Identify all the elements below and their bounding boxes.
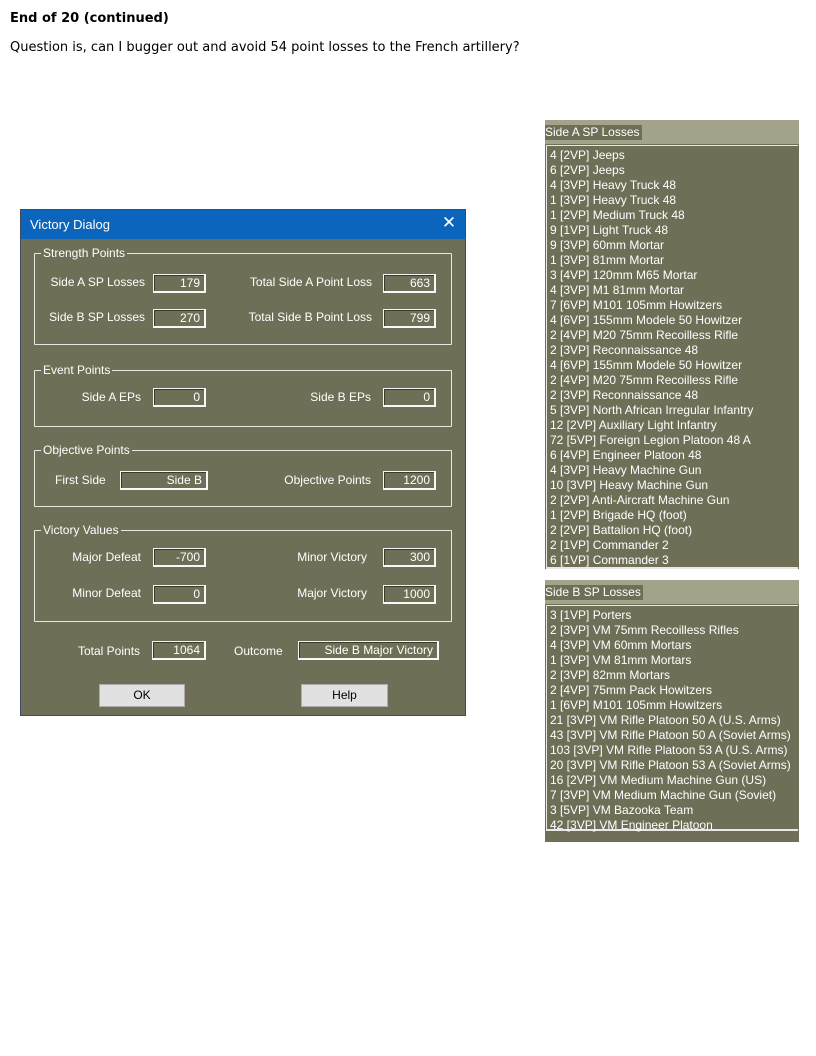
list-item[interactable]: 4 [6VP] 155mm Modele 50 Howitzer (550, 313, 798, 328)
list-item[interactable]: 2 [3VP] Reconnaissance 48 (550, 343, 798, 358)
list-item[interactable]: 4 [2VP] Jeeps (550, 148, 798, 163)
list-item[interactable]: 4 [3VP] VM 60mm Mortars (550, 638, 798, 653)
document-question: Question is, can I bugger out and avoid … (10, 40, 520, 55)
list-item[interactable]: 42 [3VP] VM Engineer Platoon (550, 818, 798, 833)
side-b-sp-field[interactable]: 270 (153, 309, 206, 328)
list-item[interactable]: 2 [3VP] Reconnaissance 48 (550, 388, 798, 403)
major-victory-field[interactable]: 1000 (383, 585, 436, 604)
side-a-losses-header: Side A SP Losses (545, 120, 799, 144)
first-side-label: First Side (55, 473, 106, 487)
total-side-a-field[interactable]: 663 (383, 274, 436, 293)
side-a-sp-label: Side A SP Losses (50, 275, 145, 289)
list-item[interactable]: 1 [3VP] 81mm Mortar (550, 253, 798, 268)
major-defeat-field[interactable]: -700 (153, 548, 206, 567)
list-item[interactable]: 9 [1VP] Light Truck 48 (550, 223, 798, 238)
minor-victory-label: Minor Victory (297, 550, 367, 564)
strength-points-legend: Strength Points (41, 245, 128, 261)
total-points-label: Total Points (78, 644, 141, 658)
list-item[interactable]: 5 [3VP] North African Irregular Infantry (550, 403, 798, 418)
list-item[interactable]: 21 [3VP] VM Rifle Platoon 50 A (U.S. Arm… (550, 713, 798, 728)
victory-values-legend: Victory Values (41, 522, 121, 538)
list-item[interactable]: 2 [3VP] VM 75mm Recoilless Rifles (550, 623, 798, 638)
list-item[interactable]: 3 [1VP] Porters (550, 608, 798, 623)
dialog-title: Victory Dialog (30, 217, 110, 232)
minor-defeat-label: Minor Defeat (72, 586, 141, 600)
list-item[interactable]: 6 [4VP] Engineer Platoon 48 (550, 448, 798, 463)
list-item[interactable]: 4 [6VP] 155mm Modele 50 Howitzer (550, 358, 798, 373)
victory-dialog: Victory Dialog ✕ Strength Points Side A … (20, 209, 466, 716)
close-icon[interactable]: ✕ (440, 214, 458, 232)
outcome-field[interactable]: Side B Major Victory (298, 641, 439, 660)
objective-points-label: Objective Points (284, 473, 371, 487)
list-item[interactable]: 20 [3VP] VM Rifle Platoon 53 A (Soviet A… (550, 758, 798, 773)
list-item[interactable]: 4 [3VP] Heavy Machine Gun (550, 463, 798, 478)
list-item[interactable]: 2 [1VP] Commander 2 (550, 538, 798, 553)
document-heading: End of 20 (continued) (10, 11, 169, 26)
side-b-eps-label: Side B EPs (310, 390, 371, 404)
list-item[interactable]: 2 [4VP] M20 75mm Recoilless Rifle (550, 373, 798, 388)
total-side-b-label: Total Side B Point Loss (248, 310, 372, 324)
side-a-sp-field[interactable]: 179 (153, 274, 206, 293)
side-b-losses-panel: Side B SP Losses 3 [1VP] Porters 2 [3VP] … (545, 580, 799, 842)
major-defeat-label: Major Defeat (72, 550, 141, 564)
list-item[interactable]: 1 [2VP] Brigade HQ (foot) (550, 508, 798, 523)
list-item[interactable]: 2 [3VP] 82mm Mortars (550, 668, 798, 683)
list-item[interactable]: 12 [2VP] Auxiliary Light Infantry (550, 418, 798, 433)
side-a-eps-label: Side A EPs (81, 390, 141, 404)
list-item[interactable]: 103 [3VP] VM Rifle Platoon 53 A (U.S. Ar… (550, 743, 798, 758)
victory-values-group: Victory Values Major Defeat -700 Minor V… (34, 522, 452, 622)
list-item[interactable]: 43 [3VP] VM Rifle Platoon 50 A (Soviet A… (550, 728, 798, 743)
list-item[interactable]: 4 [3VP] Heavy Truck 48 (550, 178, 798, 193)
list-item[interactable]: 3 [4VP] 120mm M65 Mortar (550, 268, 798, 283)
side-b-sp-label: Side B SP Losses (49, 310, 145, 324)
first-side-field[interactable]: Side B (120, 471, 208, 490)
help-button[interactable]: Help (301, 684, 388, 707)
major-victory-label: Major Victory (297, 586, 367, 600)
objective-points-group: Objective Points First Side Side B Objec… (34, 442, 452, 507)
total-points-field[interactable]: 1064 (152, 641, 206, 660)
side-a-losses-title: Side A SP Losses (545, 125, 642, 140)
ok-button[interactable]: OK (99, 684, 185, 707)
minor-defeat-field[interactable]: 0 (153, 585, 206, 604)
list-item[interactable]: 72 [5VP] Foreign Legion Platoon 48 A (550, 433, 798, 448)
objective-points-field[interactable]: 1200 (383, 471, 436, 490)
list-item[interactable]: 9 [3VP] 60mm Mortar (550, 238, 798, 253)
dialog-titlebar[interactable]: Victory Dialog ✕ (21, 210, 465, 239)
objective-points-legend: Objective Points (41, 442, 132, 458)
event-points-group: Event Points Side A EPs 0 Side B EPs 0 (34, 362, 452, 427)
list-item[interactable]: 1 [3VP] Heavy Truck 48 (550, 193, 798, 208)
side-b-losses-title: Side B SP Losses (545, 585, 643, 600)
list-item[interactable]: 4 [3VP] M1 81mm Mortar (550, 283, 798, 298)
list-item[interactable]: 3 [5VP] VM Bazooka Team (550, 803, 798, 818)
total-side-a-label: Total Side A Point Loss (249, 275, 372, 289)
list-item[interactable]: 2 [4VP] 75mm Pack Howitzers (550, 683, 798, 698)
side-a-losses-panel: Side A SP Losses 4 [2VP] Jeeps 6 [2VP] Je… (545, 120, 799, 569)
list-item[interactable]: 6 [2VP] Jeeps (550, 163, 798, 178)
list-item[interactable]: 7 [6VP] M101 105mm Howitzers (550, 298, 798, 313)
list-item[interactable]: 2 [2VP] Battalion HQ (foot) (550, 523, 798, 538)
list-item[interactable]: 7 [3VP] VM Medium Machine Gun (Soviet) (550, 788, 798, 803)
list-item[interactable]: 2 [2VP] Anti-Aircraft Machine Gun (550, 493, 798, 508)
list-item[interactable]: 10 [3VP] Heavy Machine Gun (550, 478, 798, 493)
list-item[interactable]: 1 [2VP] Medium Truck 48 (550, 208, 798, 223)
side-b-losses-list[interactable]: 3 [1VP] Porters 2 [3VP] VM 75mm Recoilles… (546, 605, 798, 833)
total-side-b-field[interactable]: 799 (383, 309, 436, 328)
side-b-losses-header: Side B SP Losses (545, 580, 799, 604)
list-item[interactable]: 16 [2VP] VM Medium Machine Gun (US) (550, 773, 798, 788)
side-b-eps-field[interactable]: 0 (383, 388, 436, 407)
list-item[interactable]: 1 [6VP] M101 105mm Howitzers (550, 698, 798, 713)
outcome-label: Outcome (234, 644, 283, 658)
list-item[interactable]: 1 [3VP] VM 81mm Mortars (550, 653, 798, 668)
minor-victory-field[interactable]: 300 (383, 548, 436, 567)
side-a-losses-list[interactable]: 4 [2VP] Jeeps 6 [2VP] Jeeps 4 [3VP] Heavy … (546, 145, 798, 569)
list-item[interactable]: 6 [1VP] Commander 3 (550, 553, 798, 568)
strength-points-group: Strength Points Side A SP Losses 179 Tot… (34, 245, 452, 345)
side-a-eps-field[interactable]: 0 (153, 388, 206, 407)
list-item[interactable]: 2 [4VP] M20 75mm Recoilless Rifle (550, 328, 798, 343)
event-points-legend: Event Points (41, 362, 113, 378)
